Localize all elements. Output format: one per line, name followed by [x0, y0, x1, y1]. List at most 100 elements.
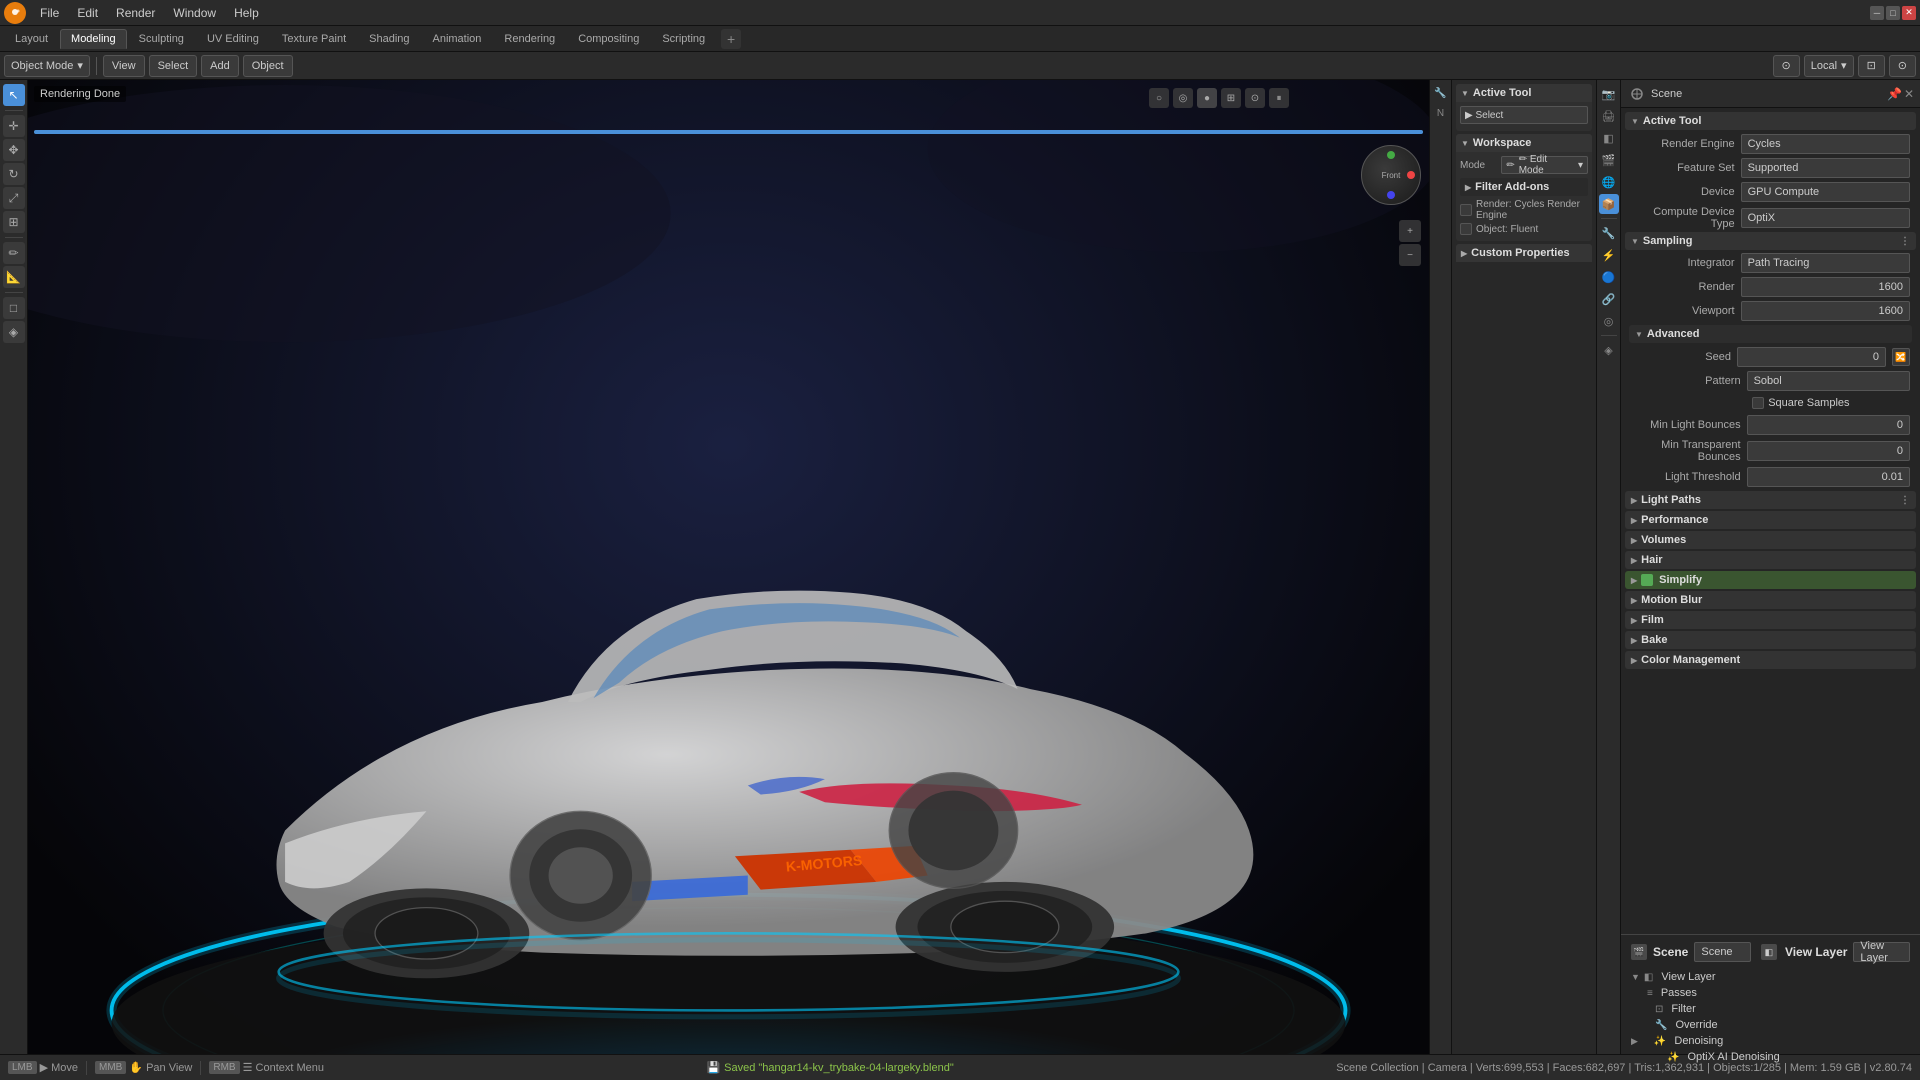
particles-icon[interactable]: ⚡	[1599, 245, 1619, 265]
feature-set-value[interactable]: Supported	[1741, 158, 1910, 178]
viewport-samples-value[interactable]: 1600	[1741, 301, 1910, 321]
world-properties-icon[interactable]: 🌐	[1599, 172, 1619, 192]
menu-edit[interactable]: Edit	[69, 4, 106, 22]
square-samples-checkbox[interactable]	[1752, 397, 1764, 409]
measure-tool-button[interactable]: 📐	[3, 266, 25, 288]
tab-sculpting[interactable]: Sculpting	[128, 29, 195, 49]
pivot-button[interactable]: ⊙	[1773, 55, 1800, 77]
material-icon[interactable]: ◈	[1599, 340, 1619, 360]
move-tool-button[interactable]: ✥	[3, 139, 25, 161]
cursor-tool-button[interactable]: ✛	[3, 115, 25, 137]
min-transparent-bounces-value[interactable]: 0	[1747, 441, 1910, 461]
viewport-n-toggle[interactable]: N	[1432, 104, 1450, 122]
tab-shading[interactable]: Shading	[358, 29, 420, 49]
seed-random-button[interactable]: 🔀	[1892, 348, 1910, 366]
compute-device-value[interactable]: OptiX	[1741, 208, 1910, 228]
workspace-header[interactable]: ▼ Workspace	[1456, 134, 1592, 152]
modifier-properties-icon[interactable]: 🔧	[1599, 223, 1619, 243]
viewport[interactable]: K-MOTORS Rendering Done ○ ◎ ● ⊞ ⊙ ⏸ Fron…	[28, 80, 1429, 1054]
annotate-tool-button[interactable]: ✏	[3, 242, 25, 264]
maximize-button[interactable]: □	[1886, 6, 1900, 20]
custom-properties-header[interactable]: ▶ Custom Properties	[1456, 244, 1592, 262]
mode-dropdown[interactable]: ✏ ✏ Edit Mode ▾	[1501, 156, 1588, 174]
view-layer-name-field[interactable]: View Layer	[1853, 942, 1910, 962]
tab-uv-editing[interactable]: UV Editing	[196, 29, 270, 49]
min-light-bounces-value[interactable]: 0	[1747, 415, 1910, 435]
menu-window[interactable]: Window	[165, 4, 224, 22]
scene-properties-icon[interactable]: 🎬	[1599, 150, 1619, 170]
scene-name-field[interactable]: Scene	[1694, 942, 1751, 962]
sampling-extra-icon[interactable]: ⋮	[1900, 236, 1910, 247]
render-cycles-checkbox[interactable]	[1460, 204, 1472, 216]
hair-header[interactable]: ▶ Hair	[1625, 551, 1916, 569]
output-properties-icon[interactable]: 🖨	[1599, 106, 1619, 126]
add-menu-button[interactable]: Add	[201, 55, 239, 77]
denoising-tree-item[interactable]: ▶ ✨ Denoising	[1625, 1033, 1916, 1049]
viewport-overlay-toggle[interactable]: ⊞	[1221, 88, 1241, 108]
viewport-shading-material[interactable]: ◎	[1173, 88, 1193, 108]
tab-layout[interactable]: Layout	[4, 29, 59, 49]
zoom-out-button[interactable]: −	[1399, 244, 1421, 266]
select-tool-dropdown[interactable]: ▶ Select	[1460, 106, 1588, 124]
filter-tree-item[interactable]: ⊡ Filter	[1625, 1001, 1916, 1017]
physics-icon[interactable]: 🔵	[1599, 267, 1619, 287]
menu-render[interactable]: Render	[108, 4, 163, 22]
performance-header[interactable]: ▶ Performance	[1625, 511, 1916, 529]
object-properties-icon[interactable]: 📦	[1599, 194, 1619, 214]
menu-help[interactable]: Help	[226, 4, 267, 22]
close-button[interactable]: ✕	[1902, 6, 1916, 20]
render-properties-icon[interactable]: 📷	[1599, 84, 1619, 104]
object-data-icon[interactable]: ◎	[1599, 311, 1619, 331]
view-menu-button[interactable]: View	[103, 55, 145, 77]
add-workspace-button[interactable]: +	[721, 29, 741, 49]
filter-addons-header[interactable]: ▶ Filter Add-ons	[1460, 178, 1588, 196]
tab-compositing[interactable]: Compositing	[567, 29, 650, 49]
viewport-shading-rendered[interactable]: ●	[1197, 88, 1217, 108]
pattern-value[interactable]: Sobol	[1747, 371, 1910, 391]
tab-rendering[interactable]: Rendering	[493, 29, 566, 49]
active-tool-prop-header[interactable]: ▼ Active Tool	[1625, 112, 1916, 130]
tab-texture-paint[interactable]: Texture Paint	[271, 29, 357, 49]
sampling-header[interactable]: ▼ Sampling ⋮	[1625, 232, 1916, 250]
bake-header[interactable]: ▶ Bake	[1625, 631, 1916, 649]
active-tool-header[interactable]: ▼ Active Tool	[1456, 84, 1592, 102]
view-layer-properties-icon[interactable]: ◧	[1599, 128, 1619, 148]
light-paths-header[interactable]: ▶ Light Paths ⋮	[1625, 491, 1916, 509]
object-mode-dropdown[interactable]: Object Mode ▾	[4, 55, 90, 77]
zoom-in-button[interactable]: +	[1399, 220, 1421, 242]
tab-animation[interactable]: Animation	[422, 29, 493, 49]
seed-value[interactable]: 0	[1737, 347, 1886, 367]
light-paths-extra[interactable]: ⋮	[1900, 495, 1910, 506]
light-threshold-value[interactable]: 0.01	[1747, 467, 1910, 487]
tab-scripting[interactable]: Scripting	[651, 29, 716, 49]
simplify-header[interactable]: ▶ Simplify	[1625, 571, 1916, 589]
volumes-header[interactable]: ▶ Volumes	[1625, 531, 1916, 549]
render-engine-value[interactable]: Cycles	[1741, 134, 1910, 154]
object-fluent-checkbox[interactable]	[1460, 223, 1472, 235]
orientation-dropdown[interactable]: Local ▾	[1804, 55, 1854, 77]
viewport-tools-toggle[interactable]: 🔧	[1432, 84, 1450, 102]
panel-close-icon[interactable]: ✕	[1904, 87, 1914, 101]
navigation-ball[interactable]: Front	[1361, 145, 1421, 205]
passes-tree-item[interactable]: ≡ Passes	[1625, 985, 1916, 1001]
motion-blur-header[interactable]: ▶ Motion Blur	[1625, 591, 1916, 609]
navigation-gizmo[interactable]: Front	[1361, 145, 1421, 205]
select-menu-button[interactable]: Select	[149, 55, 198, 77]
constraints-icon[interactable]: 🔗	[1599, 289, 1619, 309]
render-samples-value[interactable]: 1600	[1741, 277, 1910, 297]
minimize-button[interactable]: ─	[1870, 6, 1884, 20]
viewport-shading-solid[interactable]: ○	[1149, 88, 1169, 108]
select-tool-button[interactable]: ↖	[3, 84, 25, 106]
override-tree-item[interactable]: 🔧 Override	[1625, 1017, 1916, 1033]
transform-tool-button[interactable]: ⊞	[3, 211, 25, 233]
film-header[interactable]: ▶ Film	[1625, 611, 1916, 629]
add-extra-button[interactable]: ◈	[3, 321, 25, 343]
object-menu-button[interactable]: Object	[243, 55, 293, 77]
rotate-tool-button[interactable]: ↻	[3, 163, 25, 185]
tab-modeling[interactable]: Modeling	[60, 29, 127, 49]
device-value[interactable]: GPU Compute	[1741, 182, 1910, 202]
pause-render-button[interactable]: ⏸	[1269, 88, 1289, 108]
snap-toggle[interactable]: ⊡	[1858, 55, 1885, 77]
proportional-edit-toggle[interactable]: ⊙	[1889, 55, 1916, 77]
advanced-header[interactable]: ▼ Advanced	[1629, 325, 1912, 343]
